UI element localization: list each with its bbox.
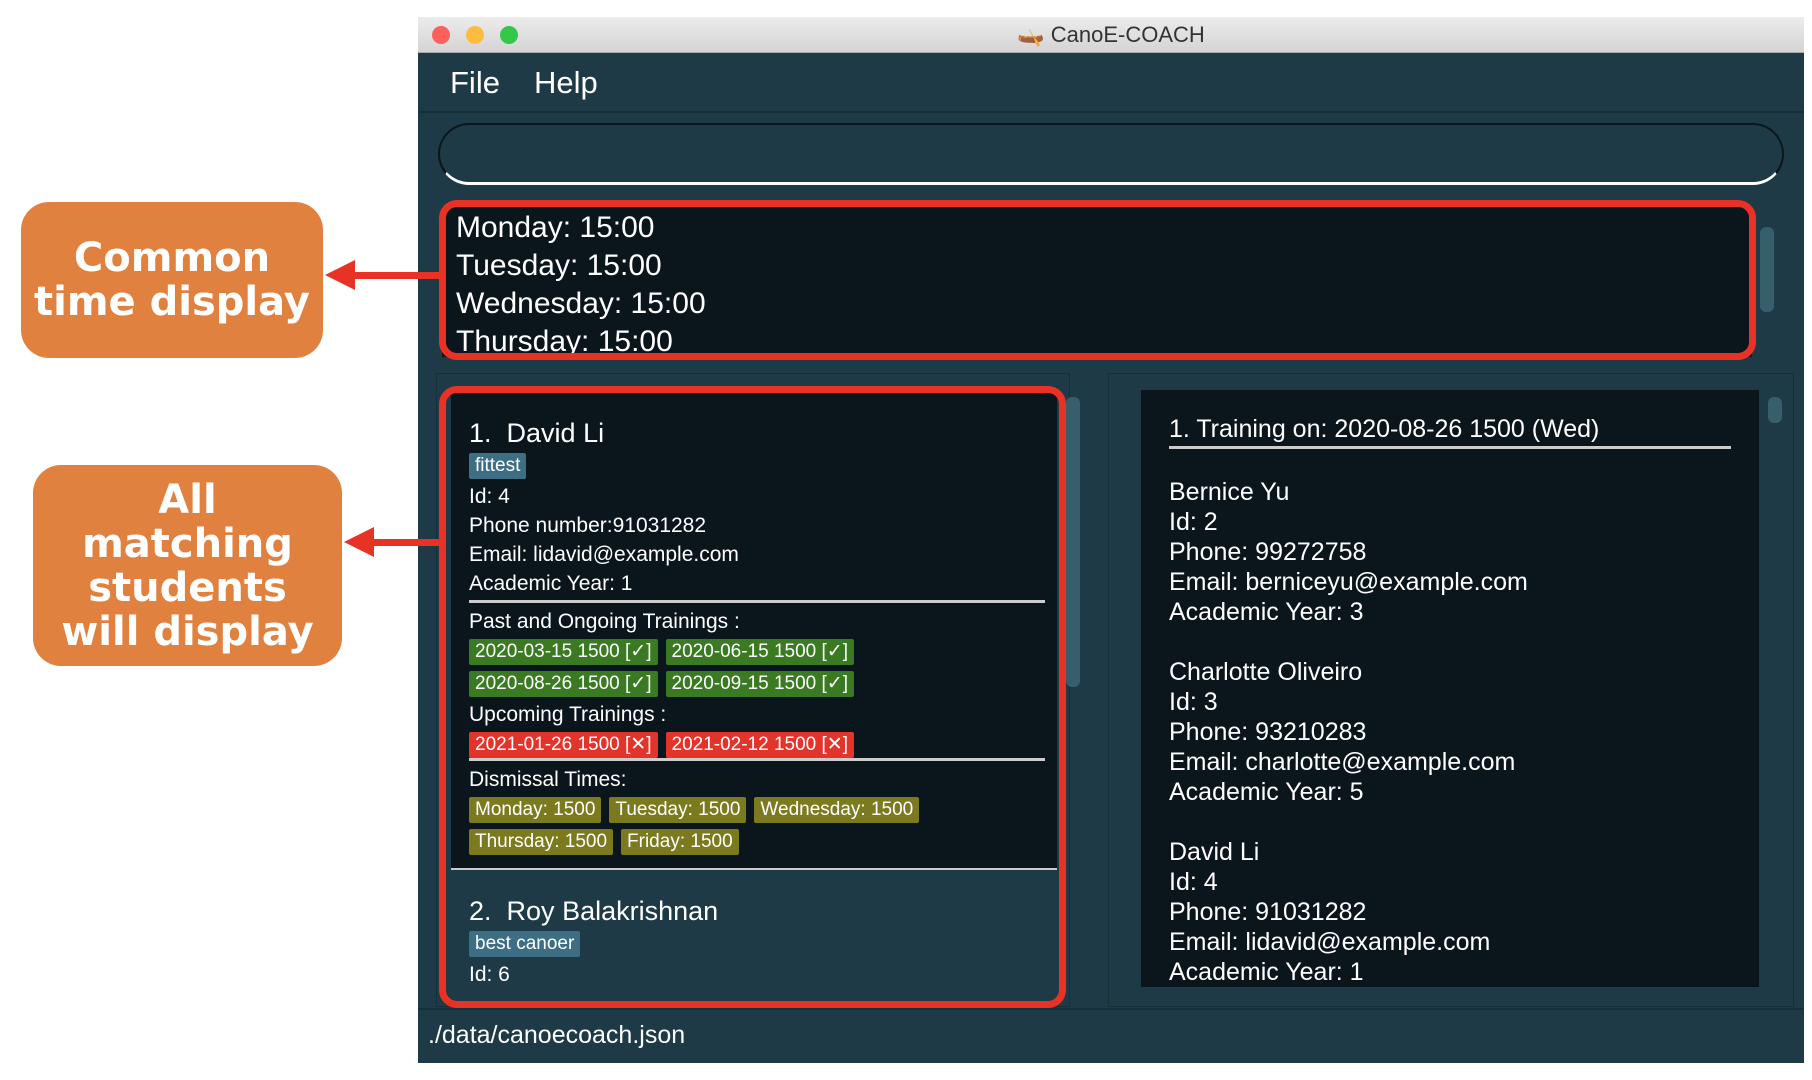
attendee-field: Bernice Yu <box>1169 478 1290 506</box>
attendee-field: Phone: 91031282 <box>1169 898 1367 926</box>
arrow-head-icon <box>325 260 355 290</box>
attendee: Charlotte Oliveiro Id: 3 Phone: 93210283 Em… <box>1169 657 1731 807</box>
canoe-icon: 🛶 <box>1017 22 1051 47</box>
training-display: 1. Training on: 2020-08-26 1500 (Wed) Be… <box>1141 390 1759 987</box>
attendee-field: Charlotte Oliveiro <box>1169 658 1363 686</box>
window-title: CanoE-COACH <box>1050 22 1205 47</box>
arrow <box>350 272 439 279</box>
highlight-box <box>439 386 1066 1008</box>
training-heading: 1. Training on: 2020-08-26 1500 (Wed) <box>1169 414 1731 449</box>
training-scrollbar[interactable] <box>1768 397 1782 423</box>
arrow <box>370 539 439 546</box>
attendee: Bernice Yu Id: 2 Phone: 99272758 Email: ber… <box>1169 477 1731 627</box>
attendee-field: Id: 3 <box>1169 688 1218 716</box>
attendee-field: David Li <box>1169 838 1260 866</box>
attendee-field: Phone: 93210283 <box>1169 718 1367 746</box>
attendee-field: Academic Year: 5 <box>1169 778 1364 806</box>
attendee-field: Id: 4 <box>1169 868 1218 896</box>
attendee-field: Phone: 99272758 <box>1169 538 1367 566</box>
callout-common-time: Common time display <box>21 202 323 358</box>
attendee-field: Email: charlotte@example.com <box>1169 748 1516 776</box>
callout-matching-students: All matching students will display <box>33 465 342 666</box>
student-list-scrollbar[interactable] <box>1066 397 1080 687</box>
menu-help[interactable]: Help <box>534 53 598 113</box>
status-bar: ./data/canoecoach.json <box>418 1008 1804 1063</box>
command-input[interactable] <box>438 123 1784 185</box>
maximize-button[interactable] <box>500 26 518 44</box>
menu-file[interactable]: File <box>450 53 500 113</box>
result-scrollbar[interactable] <box>1760 227 1774 312</box>
menu-bar: File Help <box>418 53 1804 113</box>
minimize-button[interactable] <box>466 26 484 44</box>
arrow-head-icon <box>344 527 374 557</box>
attendee-field: Academic Year: 3 <box>1169 598 1364 626</box>
attendee-field: Email: lidavid@example.com <box>1169 928 1491 956</box>
attendee-field: Id: 2 <box>1169 508 1218 536</box>
attendee: David Li Id: 4 Phone: 91031282 Email: lidav… <box>1169 837 1731 987</box>
attendee-field: Academic Year: 1 <box>1169 958 1364 986</box>
attendee-field: Email: berniceyu@example.com <box>1169 568 1528 596</box>
close-button[interactable] <box>432 26 450 44</box>
highlight-box <box>439 200 1756 360</box>
title-bar: 🛶 CanoE-COACH <box>418 17 1804 53</box>
